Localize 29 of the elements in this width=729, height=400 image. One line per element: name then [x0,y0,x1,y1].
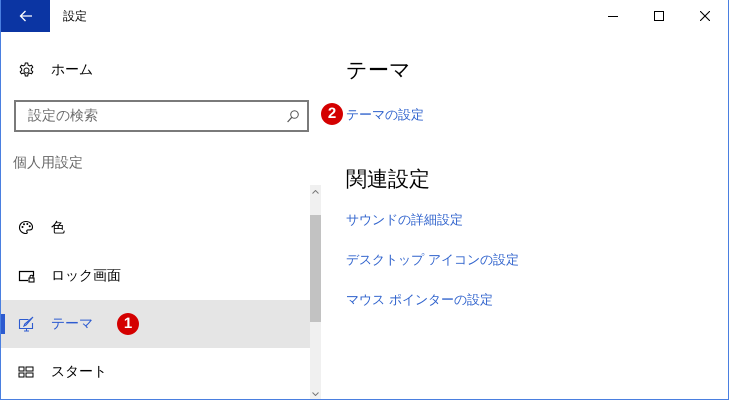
nav-item[interactable]: 色 [1,204,310,252]
nav-item[interactable]: スタート [1,348,310,396]
related-settings-link[interactable]: デスクトップ アイコンの設定 [346,251,520,271]
scrollbar-thumb[interactable] [310,215,321,322]
section-heading: 個人用設定 [13,154,83,172]
page-heading: テーマ [346,57,411,84]
back-arrow-icon [18,10,32,22]
number-badge: 2 [321,103,343,125]
nav-item[interactable]: ロック画面 [1,252,310,300]
back-button[interactable] [1,0,50,32]
palette-icon [18,220,35,236]
window-title: 設定 [63,8,88,24]
close-icon [700,11,710,21]
search-field[interactable]: 設定の検索 [14,100,309,132]
settings-icon [18,62,35,78]
theme-settings-link[interactable]: テーマの設定 [346,108,424,123]
tiles-icon [18,364,35,380]
maximize-icon [654,11,664,21]
search-icon [287,110,299,123]
section-heading: 関連設定 [346,166,430,193]
related-settings-link[interactable]: マウス ポインターの設定 [346,291,494,311]
related-settings-link[interactable]: サウンドの詳細設定 [346,211,463,231]
home-nav-item[interactable]: ホーム [1,46,93,94]
nav-item[interactable]: テーマ 1 [1,300,310,348]
number-badge: 1 [117,313,139,335]
scroll-down-icon [312,392,319,396]
monitor-brush-icon [18,316,35,332]
scrollbar[interactable] [310,185,321,399]
scroll-up-icon [312,190,319,194]
